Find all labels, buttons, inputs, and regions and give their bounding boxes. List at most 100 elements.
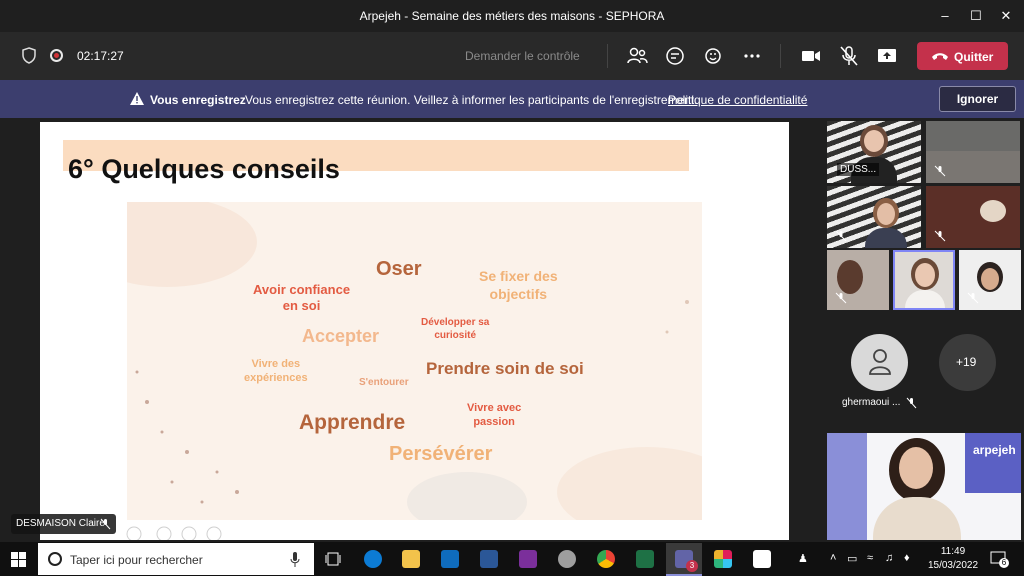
mic-muted-icon xyxy=(967,292,979,304)
participant-name: DUSS... xyxy=(837,163,880,176)
word-perseverer: Persévérer xyxy=(389,443,493,465)
word-oser: Oser xyxy=(376,258,422,280)
avatar[interactable] xyxy=(851,334,908,391)
participant-tile[interactable] xyxy=(827,186,921,248)
clock-time: 11:49 xyxy=(940,546,966,557)
microphone-icon[interactable] xyxy=(290,552,300,567)
mic-muted-icon xyxy=(835,230,847,242)
dropbox-icon[interactable]: ♦ xyxy=(904,552,910,564)
recording-banner-message: Vous enregistrez cette réunion. Veillez … xyxy=(245,93,698,107)
people-icon[interactable]: ♟ xyxy=(798,552,808,565)
participant-tile[interactable] xyxy=(926,186,1020,248)
toolbar-divider xyxy=(780,44,781,68)
chrome-icon[interactable] xyxy=(597,550,615,568)
word-objectifs: Se fixer des objectifs xyxy=(479,268,558,302)
teams-badge: 3 xyxy=(686,560,698,572)
slide-title: 6° Quelques conseils xyxy=(68,154,340,184)
mic-muted-icon xyxy=(934,165,946,177)
window-titlebar: Arpejeh - Semaine des métiers des maison… xyxy=(0,0,1024,32)
word-curiosite: Développer sa curiosité xyxy=(421,317,490,341)
notifications-button[interactable]: 6 xyxy=(990,550,1009,568)
participant-tile[interactable]: DUSS... xyxy=(827,121,921,183)
teams-taskbar-button[interactable]: 3 xyxy=(666,543,702,576)
poster-right: arpejeh xyxy=(965,433,1021,493)
poster-logo-text: arpejeh xyxy=(973,443,1016,457)
word-accepter: Accepter xyxy=(302,326,380,346)
shared-content-area: 6° Quelques conseils Oser Se fixer des o… xyxy=(0,118,820,542)
mic-muted-icon[interactable] xyxy=(837,44,861,68)
edge-icon[interactable] xyxy=(364,550,382,568)
task-view-icon[interactable] xyxy=(325,552,341,566)
more-options-icon[interactable] xyxy=(740,44,764,68)
toolbar-divider xyxy=(607,44,608,68)
reactions-icon[interactable] xyxy=(702,44,726,68)
meeting-toolbar: 02:17:27 Demander le contrôle Quitter xyxy=(0,32,1024,80)
shoulders xyxy=(905,290,945,308)
volume-icon[interactable]: ♫ xyxy=(885,552,893,564)
participant-tile[interactable] xyxy=(959,250,1021,310)
slack-icon[interactable] xyxy=(714,550,732,568)
shield-icon xyxy=(22,47,36,64)
privacy-policy-link[interactable]: Politique de confidentialité xyxy=(668,93,807,107)
presenter-video[interactable]: arpejeh xyxy=(827,433,1021,540)
minimize-icon[interactable]: – xyxy=(935,6,955,26)
poster-left xyxy=(827,433,867,540)
chevron-up-icon[interactable]: ˄ xyxy=(830,552,836,564)
system-clock[interactable]: 11:49 15/03/2022 xyxy=(925,545,981,573)
taskbar-search[interactable]: Taper ici pour rechercher xyxy=(38,543,314,575)
onenote-icon[interactable] xyxy=(519,550,537,568)
share-screen-icon[interactable] xyxy=(875,44,899,68)
word-apprendre: Apprendre xyxy=(299,411,406,434)
clock-date: 15/03/2022 xyxy=(927,560,979,571)
lamp-glow xyxy=(980,200,1006,222)
avatar-face xyxy=(864,130,884,152)
participant-tile[interactable] xyxy=(827,250,889,310)
mic-muted-icon xyxy=(934,230,946,242)
snipping-tool-icon[interactable] xyxy=(558,550,576,568)
participant-name: ghermaoui ... xyxy=(842,397,901,408)
word-entourer: S'entourer xyxy=(359,377,409,388)
close-icon[interactable]: ✕ xyxy=(996,6,1016,26)
windows-start-icon[interactable] xyxy=(11,552,26,567)
wifi-icon[interactable]: ≈ xyxy=(867,552,873,564)
phone-hangup-icon xyxy=(932,53,948,60)
more-participants-button[interactable]: +19 xyxy=(939,334,996,391)
mic-muted-icon xyxy=(906,397,917,409)
avatar xyxy=(837,260,863,294)
windows-taskbar: Taper ici pour rechercher 3 ♟ ˄ ▭ ≈ ♫ ♦ … xyxy=(0,542,1024,576)
presenter-name: DESMAISON Claire xyxy=(16,518,105,529)
avatar-face xyxy=(981,268,999,290)
word-passion: Vivre avec passion xyxy=(467,402,522,428)
leave-label: Quitter xyxy=(954,50,994,64)
word-icon[interactable] xyxy=(480,550,498,568)
chat-icon[interactable] xyxy=(663,44,687,68)
participant-tile[interactable] xyxy=(926,121,1020,183)
battery-icon[interactable]: ▭ xyxy=(847,552,857,565)
search-placeholder: Taper ici pour rechercher xyxy=(70,553,203,567)
word-cloud-panel: Oser Se fixer des objectifs Avoir confia… xyxy=(127,202,702,520)
background-decoration xyxy=(127,202,702,520)
warning-icon xyxy=(130,92,144,105)
mic-muted-icon xyxy=(100,518,111,530)
participant-tile-active[interactable] xyxy=(893,250,955,310)
recording-banner: Vous enregistrez Vous enregistrez cette … xyxy=(0,80,1024,118)
avatar-face xyxy=(915,263,935,287)
word-experiences: Vivre des expériences xyxy=(244,358,308,384)
excel-icon[interactable] xyxy=(636,550,654,568)
leave-button[interactable]: Quitter xyxy=(917,42,1008,70)
camera-icon[interactable] xyxy=(799,44,823,68)
file-explorer-icon[interactable] xyxy=(402,550,420,568)
ignore-button[interactable]: Ignorer xyxy=(939,86,1016,112)
shoulders xyxy=(873,497,961,540)
recording-banner-title: Vous enregistrez xyxy=(150,93,246,107)
meeting-timer: 02:17:27 xyxy=(77,49,124,63)
outlook-icon[interactable] xyxy=(441,550,459,568)
request-control-button[interactable]: Demander le contrôle xyxy=(465,49,580,63)
person-icon xyxy=(869,349,891,375)
avatar-face xyxy=(877,203,895,225)
notification-count: 6 xyxy=(999,558,1009,568)
presenter-name-tag: DESMAISON Claire xyxy=(11,514,116,534)
maximize-icon[interactable]: ☐ xyxy=(966,6,986,26)
sticky-app-icon[interactable] xyxy=(753,550,771,568)
participants-icon[interactable] xyxy=(625,44,649,68)
